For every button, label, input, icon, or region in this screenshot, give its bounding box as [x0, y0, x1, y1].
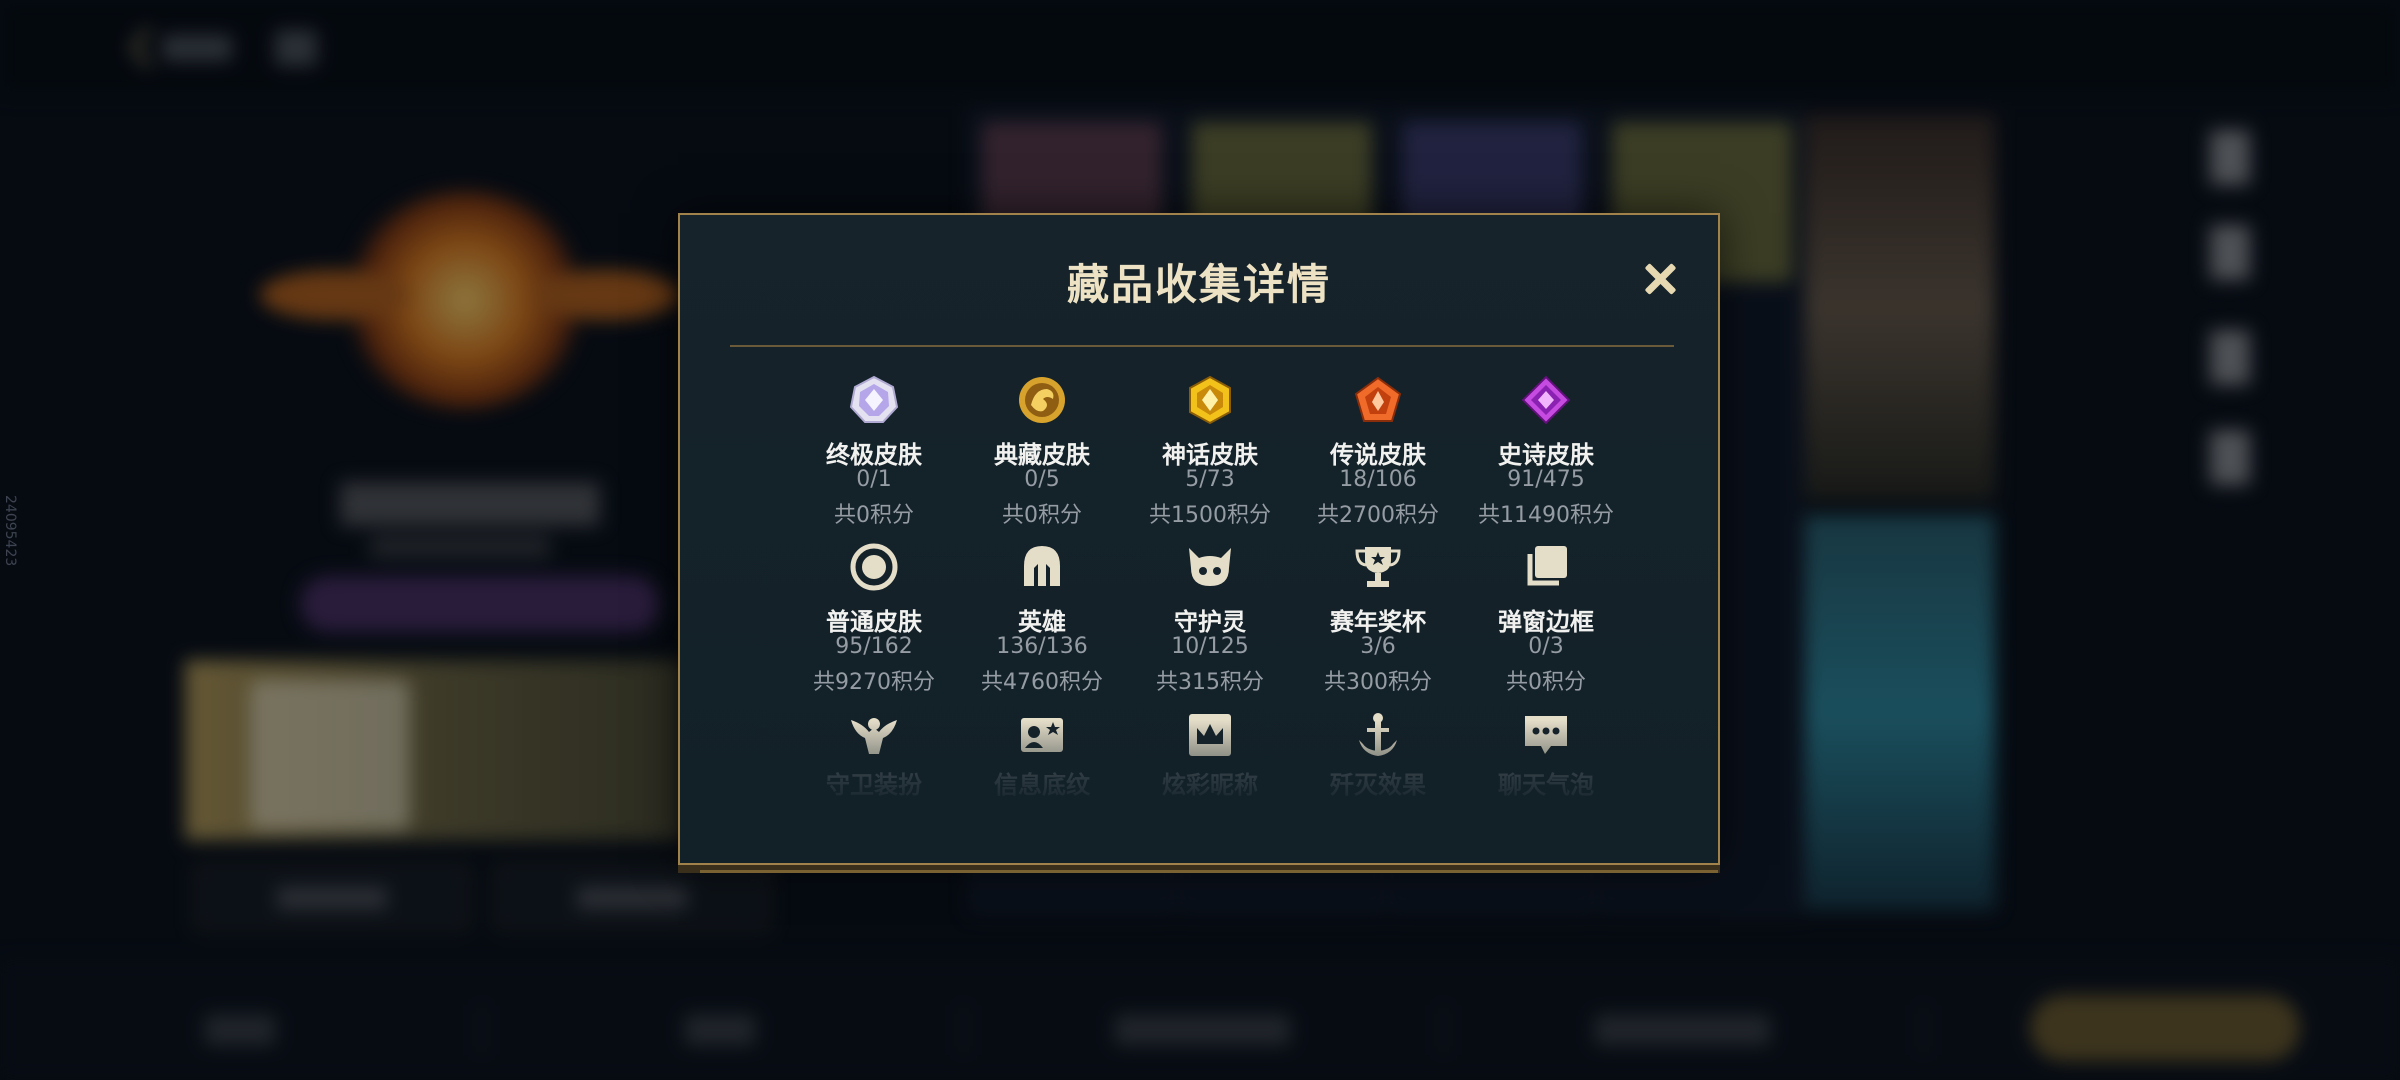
guard-outfit-icon [849, 710, 899, 760]
normal-skin-ring-icon [849, 542, 899, 592]
item-count: 136/136 [996, 634, 1088, 659]
collection-detail-dialog: 藏品收集详情 终极皮肤 0/1 共0积分 典藏皮肤 0/5 共0积分 神话皮肤 … [678, 213, 1720, 873]
item-points: 共9270积分 [813, 670, 935, 695]
item-name: 赛年奖杯 [1330, 608, 1426, 636]
dialog-bottom-border [700, 870, 1718, 873]
item-points: 共2700积分 [1317, 503, 1439, 528]
collector-skin-dragon-icon [1017, 375, 1067, 425]
item-points: 共0积分 [1506, 670, 1586, 695]
item-name: 神话皮肤 [1162, 441, 1258, 469]
item-points: 共11490积分 [1478, 503, 1614, 528]
item-count: 5/73 [1185, 467, 1235, 492]
item-points: 共0积分 [834, 503, 914, 528]
item-points: 共1500积分 [1149, 503, 1271, 528]
dialog-title: 藏品收集详情 [1066, 260, 1331, 309]
ultimate-skin-gem-icon [849, 375, 899, 425]
item-name: 终极皮肤 [826, 441, 922, 469]
item-name: 典藏皮肤 [994, 441, 1090, 469]
guardian-spirit-icon [1185, 542, 1235, 592]
title-divider [730, 345, 1674, 347]
epic-skin-gem-icon [1521, 375, 1571, 425]
item-name: 英雄 [1018, 608, 1066, 636]
season-trophy-icon [1353, 542, 1403, 592]
item-count: 0/1 [856, 467, 892, 492]
item-points: 共300积分 [1324, 670, 1432, 695]
item-name: 传说皮肤 [1330, 441, 1426, 469]
item-name: 炫彩昵称 [1162, 771, 1258, 799]
item-name: 普通皮肤 [826, 608, 922, 636]
mythic-skin-gem-icon [1185, 375, 1235, 425]
item-name: 歼灭效果 [1330, 771, 1426, 799]
annihilation-effect-icon [1353, 710, 1403, 760]
item-count: 18/106 [1339, 467, 1417, 492]
side-watermark: 24095423 [2, 495, 18, 567]
item-name: 史诗皮肤 [1498, 441, 1594, 469]
colorful-nickname-icon [1185, 710, 1235, 760]
item-count: 0/3 [1528, 634, 1564, 659]
item-count: 0/5 [1024, 467, 1060, 492]
close-icon[interactable] [1640, 259, 1680, 299]
item-points: 共0积分 [1002, 503, 1082, 528]
item-name: 信息底纹 [994, 771, 1090, 799]
item-name: 守护灵 [1174, 608, 1246, 636]
item-count: 95/162 [835, 634, 913, 659]
item-name: 弹窗边框 [1498, 608, 1594, 636]
item-count: 10/125 [1171, 634, 1249, 659]
item-points: 共4760积分 [981, 670, 1103, 695]
item-name: 聊天气泡 [1498, 771, 1594, 799]
item-points: 共315积分 [1156, 670, 1264, 695]
item-count: 3/6 [1360, 634, 1396, 659]
item-count: 91/475 [1507, 467, 1585, 492]
chat-bubble-icon [1521, 710, 1571, 760]
popup-frame-icon [1521, 542, 1571, 592]
legendary-skin-gem-icon [1353, 375, 1403, 425]
hero-helmet-icon [1017, 542, 1067, 592]
item-name: 守卫装扮 [826, 771, 922, 799]
info-background-icon [1017, 710, 1067, 760]
